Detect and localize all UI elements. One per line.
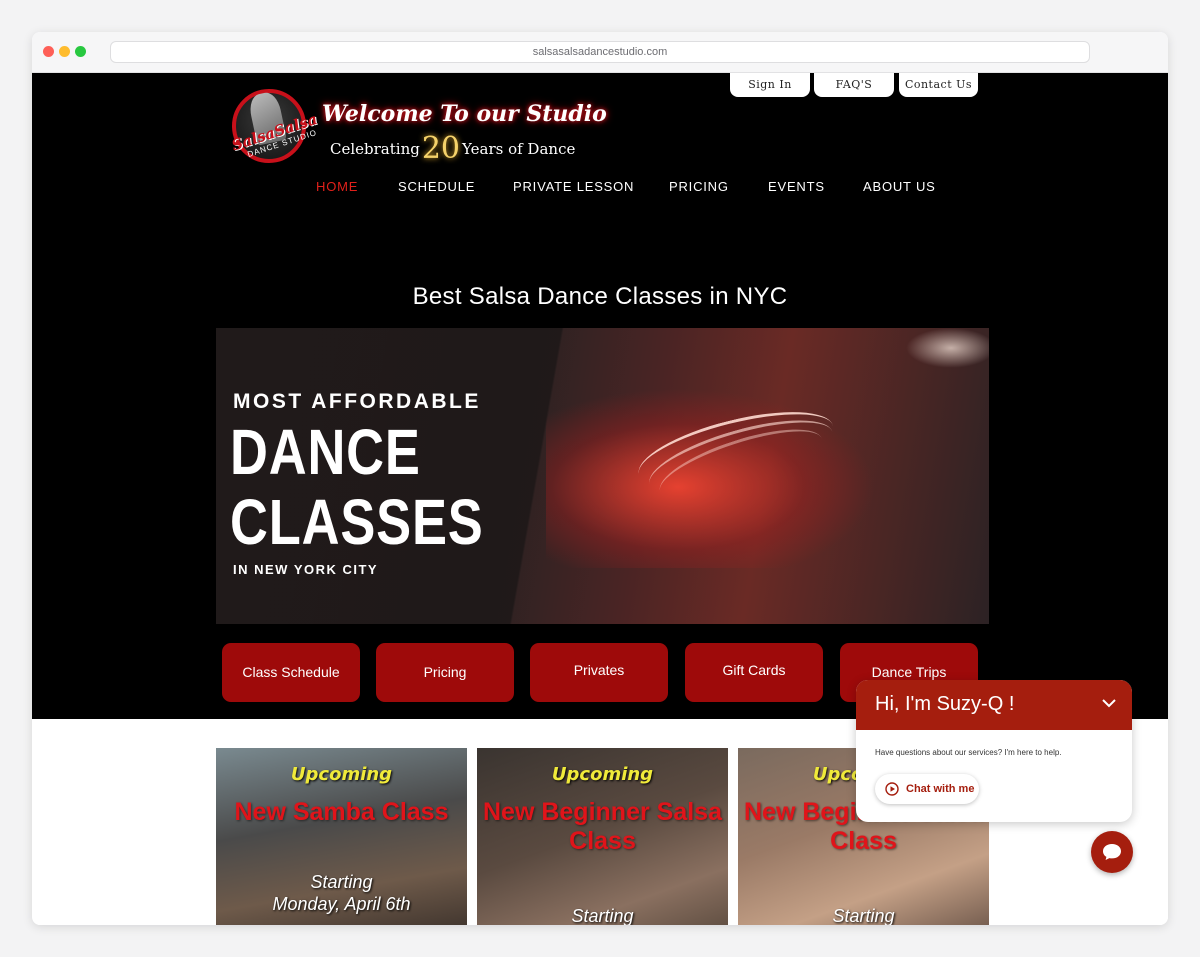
header-logo[interactable]: SalsaSalsa DANCE STUDIO Welcome To our S…	[228, 83, 607, 171]
banner-line-3: CLASSES	[230, 486, 484, 558]
chat-with-me-button[interactable]: Chat with me	[875, 774, 979, 804]
page-title: Best Salsa Dance Classes in NYC	[412, 283, 788, 310]
nav-item-events[interactable]: EVENTS	[768, 179, 825, 194]
close-window-button[interactable]	[43, 46, 54, 57]
class-card-samba[interactable]: Upcoming New Samba Class Starting Monday…	[216, 748, 467, 925]
chat-title: Hi, I'm Suzy-Q !	[875, 693, 1015, 715]
privates-button[interactable]: Privates	[530, 643, 668, 702]
nav-item-pricing[interactable]: PRICING	[669, 179, 729, 194]
card-class-name: New Beginner Salsa Class	[483, 798, 722, 855]
banner-line-4: IN NEW YORK CITY	[233, 562, 379, 577]
chat-message: Have questions about our services? I'm h…	[875, 748, 1062, 757]
chat-button-label: Chat with me	[906, 783, 975, 795]
play-circle-icon	[885, 782, 899, 796]
card-starting-label: Starting	[310, 872, 373, 892]
chat-widget: Hi, I'm Suzy-Q ! Have questions about ou…	[856, 680, 1132, 822]
class-card-beginner-salsa[interactable]: Upcoming New Beginner Salsa Class Starti…	[477, 748, 728, 925]
hero-section: SalsaSalsa DANCE STUDIO Welcome To our S…	[32, 73, 1168, 719]
nav-item-schedule[interactable]: SCHEDULE	[398, 179, 475, 194]
celebrating-pre: Celebrating	[330, 140, 420, 158]
card-class-name: New Samba Class	[234, 798, 449, 826]
card-starting-label: Starting	[571, 906, 634, 925]
sign-in-button[interactable]: Sign In	[730, 73, 810, 97]
chevron-down-icon[interactable]	[1100, 694, 1118, 712]
main-nav: HOME SCHEDULE PRIVATE LESSON PRICING EVE…	[32, 179, 1168, 197]
minimize-window-button[interactable]	[59, 46, 70, 57]
banner-highlight	[906, 328, 989, 368]
maximize-window-button[interactable]	[75, 46, 86, 57]
pricing-button[interactable]: Pricing	[376, 643, 514, 702]
browser-titlebar: salsasalsadancestudio.com	[32, 32, 1168, 73]
card-upcoming-label: Upcoming	[290, 764, 393, 785]
chat-launcher-button[interactable]	[1091, 831, 1133, 873]
celebrating-post: Years of Dance	[462, 140, 576, 158]
gift-cards-button[interactable]: Gift Cards	[685, 643, 823, 702]
hero-banner[interactable]: MOST AFFORDABLE DANCE CLASSES IN NEW YOR…	[216, 328, 989, 624]
nav-item-about-us[interactable]: ABOUT US	[863, 179, 936, 194]
class-schedule-button[interactable]: Class Schedule	[222, 643, 360, 702]
celebrating-number: 20	[421, 131, 461, 166]
nav-item-private-lesson[interactable]: PRIVATE LESSON	[513, 179, 634, 194]
address-bar[interactable]: salsasalsadancestudio.com	[110, 41, 1090, 63]
chat-header: Hi, I'm Suzy-Q !	[856, 680, 1132, 730]
card-date: Monday, April 6th	[272, 894, 411, 914]
banner-line-2: DANCE	[230, 416, 421, 488]
banner-line-1: MOST AFFORDABLE	[233, 390, 481, 413]
contact-us-button[interactable]: Contact Us	[899, 73, 978, 97]
chat-bubble-icon	[1103, 844, 1121, 860]
card-starting-label: Starting	[832, 906, 895, 925]
nav-item-home[interactable]: HOME	[316, 179, 358, 194]
card-upcoming-label: Upcoming	[551, 764, 654, 785]
welcome-text: Welcome To our Studio	[322, 101, 607, 127]
celebrating-text: Celebrating 20 Years of Dance	[330, 131, 575, 166]
faq-button[interactable]: FAQ'S	[814, 73, 894, 97]
